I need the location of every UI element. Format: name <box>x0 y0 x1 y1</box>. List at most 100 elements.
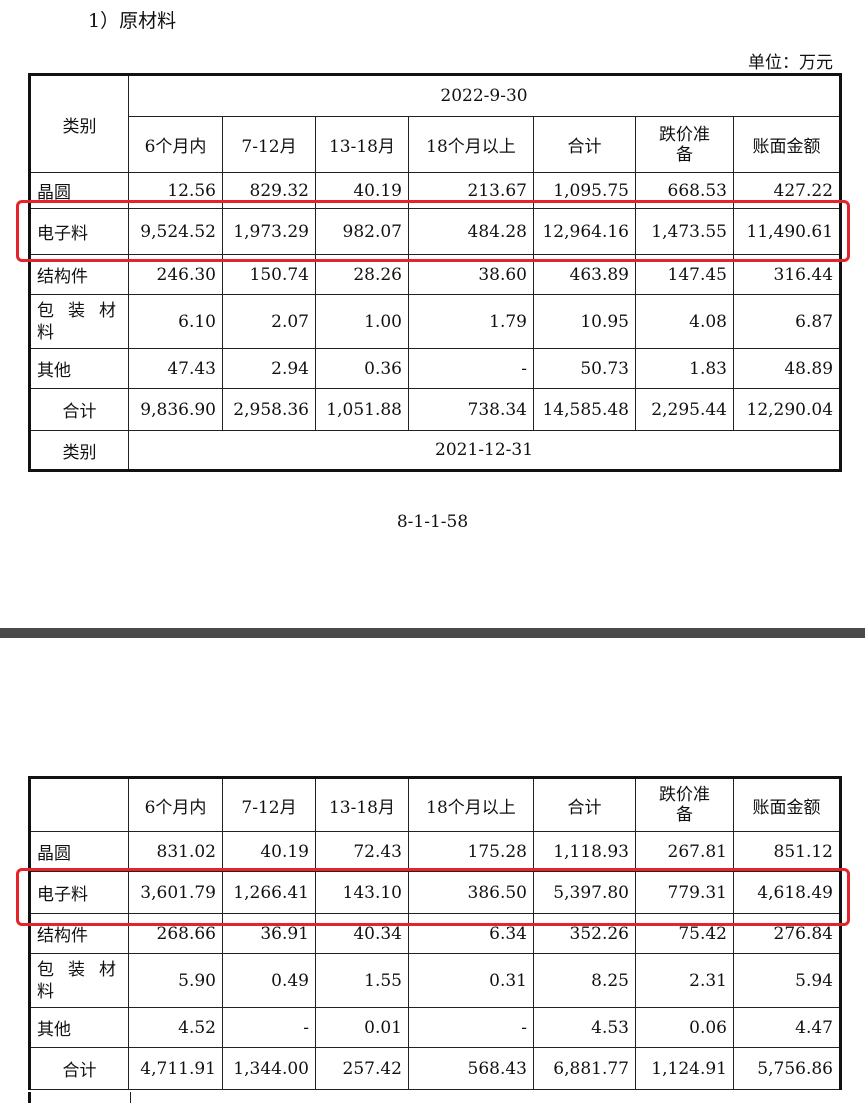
row-category: 晶圆 <box>29 172 129 209</box>
table-cell: 831.02 <box>128 831 223 872</box>
table-cell: 268.66 <box>128 913 223 954</box>
table-cell: 48.89 <box>732 348 842 389</box>
column-header: 跌价准备 <box>635 777 734 832</box>
table-cell: 2,958.36 <box>222 388 316 431</box>
table-cell: 40.19 <box>222 831 316 872</box>
table-cell: 257.42 <box>315 1047 409 1090</box>
table-cell: 10.95 <box>533 294 636 349</box>
table-cell: 1,266.41 <box>222 871 316 914</box>
page-break-divider <box>0 628 865 638</box>
table-cell: 9,524.52 <box>128 208 223 255</box>
table-cell: 213.67 <box>408 172 534 209</box>
page-number: 8-1-1-58 <box>396 512 469 532</box>
table-cell: 150.74 <box>222 254 316 295</box>
table-cell: 4.47 <box>733 1007 841 1048</box>
table-continuation-divider <box>130 1092 131 1103</box>
row-category: 结构件 <box>29 913 129 954</box>
table-cell: 1,473.55 <box>635 208 734 255</box>
table-cell: 1,124.91 <box>635 1047 734 1090</box>
table-cell: 175.28 <box>408 831 534 872</box>
column-header: 7-12月 <box>222 777 316 832</box>
table-cell: 276.84 <box>733 913 841 954</box>
table-cell: - <box>222 1007 316 1048</box>
table-cell: 4,618.49 <box>733 871 841 914</box>
table-cell: 427.22 <box>732 172 842 209</box>
column-header: 合计 <box>533 777 636 832</box>
table-row: 电子料 3,601.79 1,266.41 143.10 386.50 5,397.80 7… <box>29 871 841 914</box>
table-cell: 3,601.79 <box>128 871 223 914</box>
column-header: 6个月内 <box>128 777 223 832</box>
column-header: 13-18月 <box>315 777 409 832</box>
table-cell: 0.01 <box>315 1007 409 1048</box>
table-cell: 38.60 <box>408 254 534 295</box>
table-cell: 5.94 <box>733 953 841 1008</box>
table-cell: 5,756.86 <box>733 1047 841 1090</box>
column-header: 跌价准备 <box>635 116 734 173</box>
row-category: 电子料 <box>29 208 129 255</box>
table-cell: 4.08 <box>635 294 734 349</box>
category-header: 类别 <box>29 74 129 173</box>
table-cell: - <box>408 348 534 389</box>
table-cell: 2.94 <box>222 348 316 389</box>
table-cell: 9,836.90 <box>128 388 223 431</box>
unit-label: 单位：万元 <box>748 53 833 73</box>
table-cell: 352.26 <box>533 913 636 954</box>
table-cell: 50.73 <box>533 348 636 389</box>
table-cell: 6.87 <box>732 294 842 349</box>
table-cell: 2,295.44 <box>635 388 734 431</box>
table-cell: 5,397.80 <box>533 871 636 914</box>
table-row: 晶圆 831.02 40.19 72.43 175.28 1,118.93 267.81 85… <box>29 831 841 872</box>
table-cell: 1,344.00 <box>222 1047 316 1090</box>
table-cell: 0.31 <box>408 953 534 1008</box>
table-cell: 1,118.93 <box>533 831 636 872</box>
table-cell: 40.19 <box>315 172 409 209</box>
table-cell: 12.56 <box>128 172 223 209</box>
column-header: 7-12月 <box>222 116 316 173</box>
table-row: 晶圆 12.56 829.32 40.19 213.67 1,095.75 668.53 42… <box>29 172 842 209</box>
column-header: 18个月以上 <box>408 116 534 173</box>
column-header: 13-18月 <box>315 116 409 173</box>
table-cell: 4.52 <box>128 1007 223 1048</box>
section-heading: 1）原材料 <box>88 10 177 32</box>
table-cell: 2.07 <box>222 294 316 349</box>
table-cell: 6.10 <box>128 294 223 349</box>
row-category: 电子料 <box>29 871 129 914</box>
table-cell: 982.07 <box>315 208 409 255</box>
column-header: 18个月以上 <box>408 777 534 832</box>
column-header-row: 6个月内 7-12月 13-18月 18个月以上 合计 跌价准备 账面金额 <box>30 116 842 173</box>
column-header: 6个月内 <box>128 116 223 173</box>
table-cell: 12,290.04 <box>732 388 842 431</box>
table-cell: 4,711.91 <box>128 1047 223 1090</box>
table-cell: - <box>408 1007 534 1048</box>
table-cell: 75.42 <box>635 913 734 954</box>
column-header-row: 6个月内 7-12月 13-18月 18个月以上 合计 跌价准备 账面金额 <box>29 777 841 832</box>
table-cell: 779.31 <box>635 871 734 914</box>
row-category: 合计 <box>29 1047 129 1090</box>
category-header: 类别 <box>29 430 129 471</box>
table-row: 其他 47.43 2.94 0.36-50.73 1.83 48.89 <box>29 348 842 389</box>
table-cell: 386.50 <box>408 871 534 914</box>
table-cell: 568.43 <box>408 1047 534 1090</box>
row-category: 其他 <box>29 1007 129 1048</box>
table-cell: 738.34 <box>408 388 534 431</box>
table-cell: 463.89 <box>533 254 636 295</box>
table-cell: 1.79 <box>408 294 534 349</box>
table-row: 合计 9,836.90 2,958.36 1,051.88 738.34 14,585.4… <box>29 388 842 431</box>
table-cell: 147.45 <box>635 254 734 295</box>
table-cell: 5.90 <box>128 953 223 1008</box>
table-row: 结构件 268.66 36.91 40.34 6.34 352.26 75.42 276.84 <box>29 913 841 954</box>
column-header: 账面金额 <box>733 777 841 832</box>
table-cell: 40.34 <box>315 913 409 954</box>
table-cell: 1.55 <box>315 953 409 1008</box>
table-row: 合计 4,711.91 1,344.00 257.42 568.43 6,881.77 1,… <box>29 1047 841 1090</box>
table-cell: 316.44 <box>732 254 842 295</box>
table-cell: 72.43 <box>315 831 409 872</box>
row-category: 包装材料 <box>29 953 129 1008</box>
column-header: 合计 <box>533 116 636 173</box>
table-cell: 143.10 <box>315 871 409 914</box>
table-cell: 14,585.48 <box>533 388 636 431</box>
table-row: 结构件 246.30 150.74 28.26 38.60 463.89 147.45 316… <box>29 254 842 295</box>
table-cell: 829.32 <box>222 172 316 209</box>
table-cell: 0.49 <box>222 953 316 1008</box>
period-header: 2021-12-31 <box>127 430 842 471</box>
